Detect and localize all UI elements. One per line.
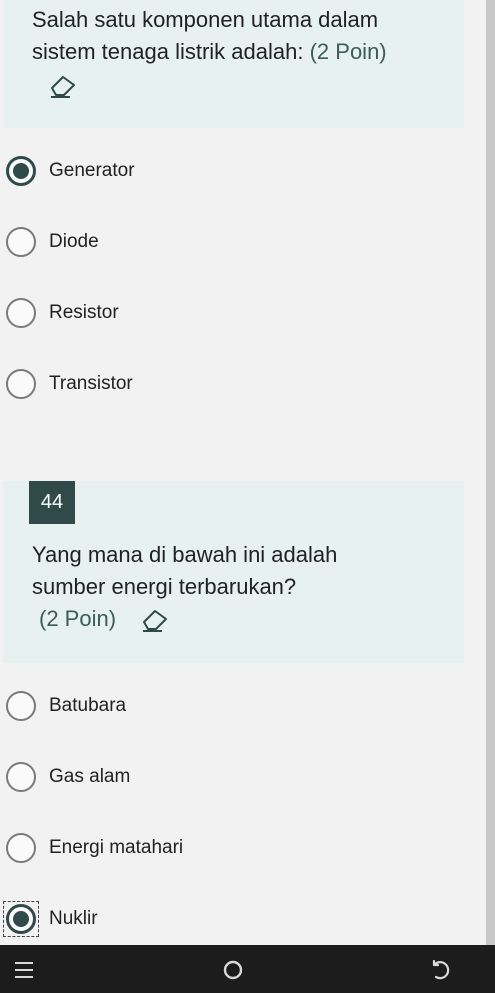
- radio-wrap[interactable]: [4, 831, 38, 865]
- option-energi-matahari[interactable]: Energi matahari: [4, 828, 444, 868]
- question-number-badge: 44: [29, 481, 75, 524]
- scrollbar-track[interactable]: [486, 0, 495, 945]
- option-gas-alam[interactable]: Gas alam: [4, 757, 444, 797]
- radio-button[interactable]: [6, 904, 36, 934]
- question-text: Salah satu komponen utama dalam sistem t…: [32, 4, 442, 68]
- recent-apps-icon[interactable]: [11, 957, 37, 983]
- option-label: Energi matahari: [49, 837, 184, 858]
- option-nuklir[interactable]: Nuklir: [3, 899, 444, 939]
- option-transistor[interactable]: Transistor: [4, 364, 444, 404]
- radio-button[interactable]: [6, 833, 36, 863]
- radio-wrap[interactable]: [3, 901, 39, 937]
- points-label: (2 Poin): [39, 606, 117, 631]
- radio-wrap[interactable]: [4, 760, 38, 794]
- radio-wrap[interactable]: [4, 689, 38, 723]
- option-resistor[interactable]: Resistor: [4, 293, 444, 333]
- eraser-icon[interactable]: [140, 604, 170, 634]
- eraser-icon[interactable]: [48, 70, 78, 100]
- radio-wrap[interactable]: [4, 296, 38, 330]
- points-label: (2 Poin): [309, 39, 387, 64]
- radio-wrap[interactable]: [4, 367, 38, 401]
- option-label: Batubara: [49, 695, 127, 716]
- question-text: Yang mana di bawah ini adalah sumber ene…: [32, 539, 337, 635]
- radio-button[interactable]: [6, 369, 36, 399]
- radio-wrap[interactable]: [4, 154, 38, 188]
- radio-button[interactable]: [6, 156, 36, 186]
- option-generator[interactable]: Generator: [4, 151, 444, 191]
- radio-button[interactable]: [6, 298, 36, 328]
- home-icon[interactable]: [220, 957, 246, 983]
- system-nav-bar: [0, 945, 495, 993]
- option-label: Transistor: [49, 373, 133, 394]
- option-label: Generator: [49, 160, 135, 181]
- option-batubara[interactable]: Batubara: [4, 686, 444, 726]
- radio-wrap[interactable]: [4, 225, 38, 259]
- option-label: Diode: [49, 231, 99, 252]
- question-text-line: sumber energi terbarukan?: [32, 574, 297, 599]
- question-text-line: Yang mana di bawah ini adalah: [32, 542, 338, 567]
- radio-button[interactable]: [6, 227, 36, 257]
- radio-button[interactable]: [6, 691, 36, 721]
- question-card: Salah satu komponen utama dalam sistem t…: [3, 0, 464, 128]
- radio-button[interactable]: [6, 762, 36, 792]
- option-label: Nuklir: [49, 908, 98, 929]
- back-icon[interactable]: [428, 957, 454, 983]
- option-diode[interactable]: Diode: [4, 222, 444, 262]
- option-label: Resistor: [49, 302, 119, 323]
- option-label: Gas alam: [49, 766, 131, 787]
